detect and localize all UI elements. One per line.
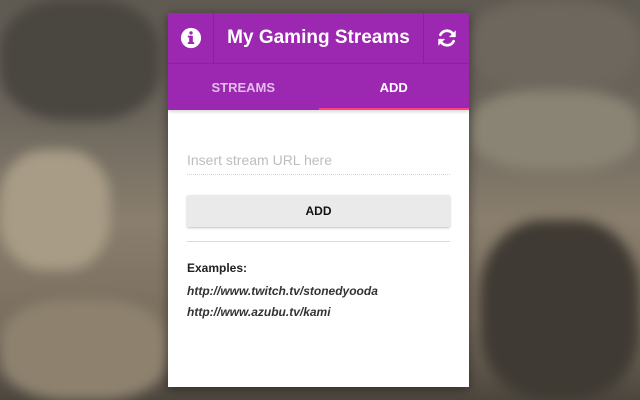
add-stream-button[interactable]: ADD	[187, 195, 450, 227]
add-stream-panel: ADD Examples: http://www.twitch.tv/stone…	[168, 150, 469, 319]
extension-popup: My Gaming Streams STREAMS ADD ADD Exampl…	[168, 13, 469, 387]
example-url: http://www.twitch.tv/stonedyooda	[187, 284, 378, 298]
tab-bar: STREAMS ADD	[168, 63, 469, 110]
refresh-icon	[437, 29, 456, 47]
app-header: My Gaming Streams	[168, 13, 469, 63]
examples-title: Examples:	[187, 261, 248, 275]
info-circle-icon	[180, 27, 201, 49]
examples-section: Examples: http://www.twitch.tv/stonedyoo…	[187, 261, 450, 319]
app-title: My Gaming Streams	[227, 27, 410, 48]
refresh-button[interactable]	[423, 13, 469, 63]
divider	[187, 241, 450, 242]
info-button[interactable]	[168, 13, 214, 63]
example-url: http://www.azubu.tv/kami	[187, 305, 331, 319]
tab-streams[interactable]: STREAMS	[168, 64, 319, 110]
tab-add[interactable]: ADD	[318, 64, 470, 110]
stream-url-input[interactable]	[187, 150, 450, 175]
